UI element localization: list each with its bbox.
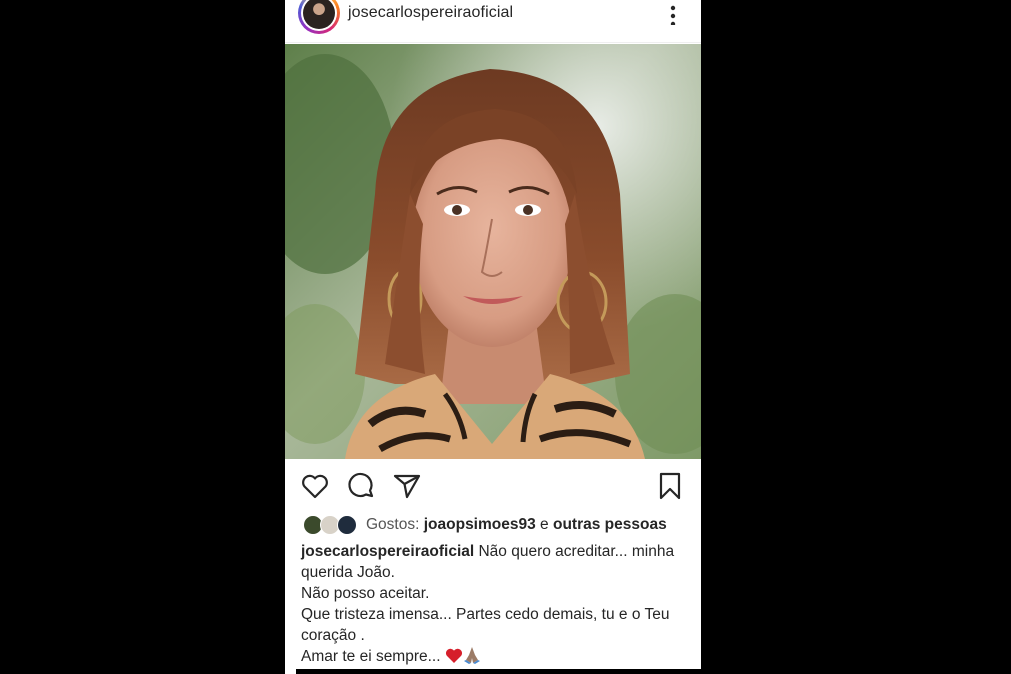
profile-avatar[interactable]	[298, 0, 340, 34]
post-action-bar	[285, 459, 701, 511]
caption-line: querida João.	[301, 564, 395, 581]
likes-summary[interactable]: Gostos: joaopsimoes93 e outras pessoas	[301, 512, 691, 538]
instagram-post: josecarlospereiraoficial Gostos: joaopsi…	[285, 0, 701, 669]
caption-line: Não posso aceitar.	[301, 585, 430, 602]
caption-line: Amar te ei sempre...	[301, 646, 691, 669]
caption-line: Que tristeza imensa... Partes cedo demai…	[301, 606, 670, 623]
post-username[interactable]: josecarlospereiraoficial	[348, 4, 513, 22]
post-photo[interactable]	[285, 44, 701, 459]
post-caption: josecarlospereiraoficial Não quero acred…	[301, 541, 691, 669]
liker-avatar	[337, 515, 357, 535]
bottom-edge	[285, 669, 296, 674]
first-liker-link[interactable]: joaopsimoes93	[424, 516, 536, 533]
caption-username[interactable]: josecarlospereiraoficial	[301, 543, 474, 560]
send-icon[interactable]	[392, 471, 422, 501]
bookmark-icon[interactable]	[655, 471, 685, 501]
likes-prefix: Gostos:	[366, 516, 420, 533]
likes-connector: e	[540, 516, 549, 533]
more-vertical-icon[interactable]	[663, 3, 683, 27]
other-likers-link[interactable]: outras pessoas	[553, 516, 667, 533]
comment-icon[interactable]	[346, 471, 376, 501]
caption-line: coração .	[301, 627, 365, 644]
folded-hands-emoji-icon	[463, 646, 481, 669]
caption-text: Não quero acreditar... minha	[478, 543, 675, 560]
caption-text: Amar te ei sempre...	[301, 648, 441, 665]
likes-text: Gostos: joaopsimoes93 e outras pessoas	[366, 516, 667, 534]
caption-line: josecarlospereiraoficial Não quero acred…	[301, 541, 691, 562]
avatar-photo	[303, 0, 335, 29]
post-header: josecarlospereiraoficial	[285, 0, 701, 43]
red-heart-emoji-icon	[445, 648, 463, 669]
heart-icon[interactable]	[300, 471, 330, 501]
